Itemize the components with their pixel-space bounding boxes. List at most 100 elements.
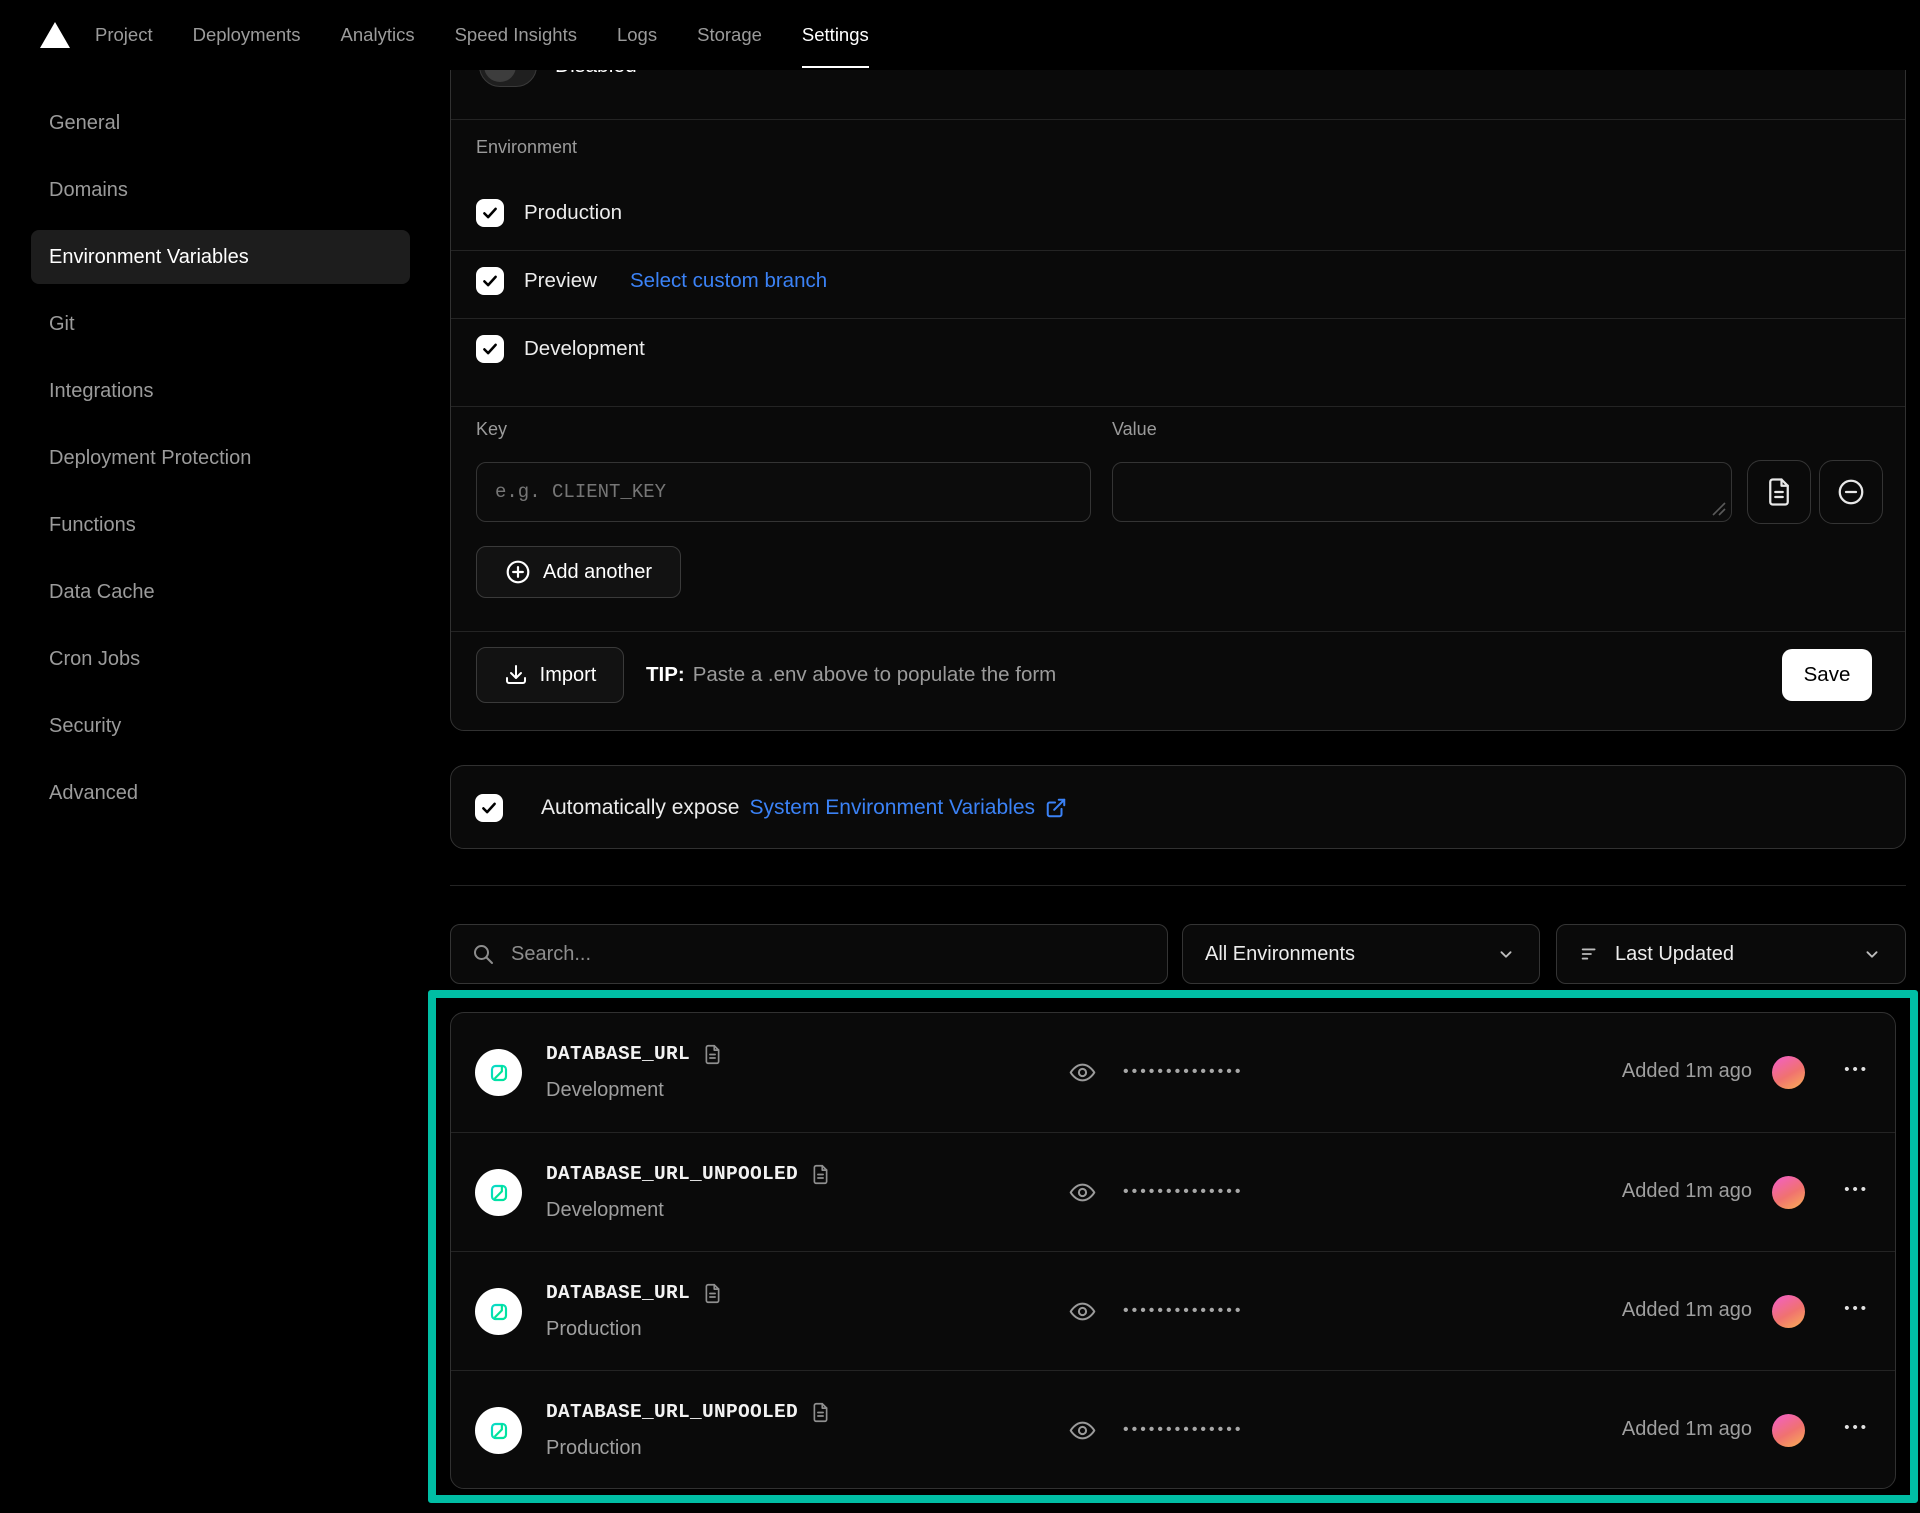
environment-section-label: Environment xyxy=(476,137,577,158)
env-var-row[interactable]: DATABASE_URL_UNPOOLED Development ••••••… xyxy=(451,1132,1895,1251)
project-top-nav: Project Deployments Analytics Speed Insi… xyxy=(0,0,1920,70)
key-label: Key xyxy=(476,419,507,440)
tip-text: TIP: Paste a .env above to populate the … xyxy=(646,646,1056,703)
sort-select[interactable]: Last Updated xyxy=(1556,924,1906,984)
divider xyxy=(450,885,1906,886)
eye-icon xyxy=(1069,1179,1096,1206)
check-icon xyxy=(480,799,498,817)
env-var-row[interactable]: DATABASE_URL Production •••••••••••••• A… xyxy=(451,1251,1895,1370)
env-var-row[interactable]: DATABASE_URL_UNPOOLED Production •••••••… xyxy=(451,1370,1895,1489)
file-text-icon xyxy=(1764,477,1794,507)
copy-value-icon[interactable] xyxy=(702,1283,723,1304)
chevron-down-icon xyxy=(1495,943,1517,965)
import-download-icon xyxy=(504,663,528,687)
sidebar-item-data-cache[interactable]: Data Cache xyxy=(31,565,410,619)
sidebar-item-general[interactable]: General xyxy=(31,96,410,150)
import-button[interactable]: Import xyxy=(476,647,624,703)
sidebar-item-advanced[interactable]: Advanced xyxy=(31,766,410,820)
nav-tab-settings[interactable]: Settings xyxy=(802,0,869,70)
neon-integration-icon xyxy=(475,1407,522,1454)
sort-value: Last Updated xyxy=(1615,943,1847,966)
masked-value: •••••••••••••• xyxy=(1123,1302,1243,1320)
env-var-name: DATABASE_URL_UNPOOLED xyxy=(546,1401,831,1423)
chevron-down-icon xyxy=(1861,943,1883,965)
nav-tab-speed-insights[interactable]: Speed Insights xyxy=(455,0,577,70)
select-custom-branch-link[interactable]: Select custom branch xyxy=(630,269,827,293)
save-button[interactable]: Save xyxy=(1782,649,1872,701)
expose-row: Automatically expose System Environment … xyxy=(475,766,1067,850)
nav-tabs: Project Deployments Analytics Speed Insi… xyxy=(95,0,869,70)
check-icon xyxy=(481,272,499,290)
preview-checkbox[interactable] xyxy=(476,267,504,295)
search-input[interactable] xyxy=(511,943,1147,966)
import-label: Import xyxy=(540,664,597,687)
tip-body: Paste a .env above to populate the form xyxy=(693,663,1057,687)
copy-value-icon[interactable] xyxy=(702,1044,723,1065)
env-var-environment: Development xyxy=(546,1079,664,1102)
env-var-environment: Production xyxy=(546,1318,642,1341)
reveal-value-button[interactable] xyxy=(1069,1298,1096,1325)
expose-checkbox[interactable] xyxy=(475,794,503,822)
sidebar-item-git[interactable]: Git xyxy=(31,297,410,351)
check-icon xyxy=(481,204,499,222)
remove-row-button[interactable] xyxy=(1819,460,1883,524)
add-env-var-card: Disabled Environment Production Preview … xyxy=(450,0,1906,731)
divider xyxy=(451,631,1905,632)
reveal-value-button[interactable] xyxy=(1069,1179,1096,1206)
reveal-value-button[interactable] xyxy=(1069,1059,1096,1086)
env-var-environment: Production xyxy=(546,1437,642,1460)
env-var-row[interactable]: DATABASE_URL Development •••••••••••••• … xyxy=(451,1013,1895,1132)
nav-tab-analytics[interactable]: Analytics xyxy=(341,0,415,70)
plus-circle-icon xyxy=(505,559,531,585)
environment-filter-value: All Environments xyxy=(1205,943,1481,966)
value-input[interactable] xyxy=(1112,462,1732,522)
user-avatar xyxy=(1772,1056,1805,1089)
environment-preview-row: Preview Select custom branch xyxy=(476,267,827,295)
check-icon xyxy=(481,340,499,358)
nav-tab-storage[interactable]: Storage xyxy=(697,0,762,70)
sidebar-item-security[interactable]: Security xyxy=(31,699,410,753)
copy-value-icon[interactable] xyxy=(810,1164,831,1185)
key-input[interactable] xyxy=(476,462,1091,522)
row-menu-button[interactable]: ••• xyxy=(1844,1061,1869,1078)
sidebar-item-environment-variables[interactable]: Environment Variables xyxy=(31,230,410,284)
eye-icon xyxy=(1069,1417,1096,1444)
external-link-icon[interactable] xyxy=(1045,797,1067,819)
sidebar-item-deployment-protection[interactable]: Deployment Protection xyxy=(31,431,410,485)
added-timestamp: Added 1m ago xyxy=(1622,1060,1752,1083)
development-label: Development xyxy=(524,337,645,361)
nav-tab-deployments[interactable]: Deployments xyxy=(193,0,301,70)
settings-sidebar: General Domains Environment Variables Gi… xyxy=(31,96,410,833)
vercel-logo-icon xyxy=(40,22,70,48)
added-timestamp: Added 1m ago xyxy=(1622,1299,1752,1322)
sidebar-item-cron-jobs[interactable]: Cron Jobs xyxy=(31,632,410,686)
sidebar-item-functions[interactable]: Functions xyxy=(31,498,410,552)
production-label: Production xyxy=(524,201,622,225)
added-timestamp: Added 1m ago xyxy=(1622,1180,1752,1203)
user-avatar xyxy=(1772,1176,1805,1209)
expose-prefix: Automatically expose xyxy=(541,796,739,820)
divider xyxy=(451,250,1905,251)
sidebar-item-integrations[interactable]: Integrations xyxy=(31,364,410,418)
divider xyxy=(451,119,1905,120)
row-menu-button[interactable]: ••• xyxy=(1844,1181,1869,1198)
user-avatar xyxy=(1772,1414,1805,1447)
neon-integration-icon xyxy=(475,1169,522,1216)
production-checkbox[interactable] xyxy=(476,199,504,227)
env-var-name: DATABASE_URL xyxy=(546,1282,723,1304)
nav-tab-logs[interactable]: Logs xyxy=(617,0,657,70)
add-another-button[interactable]: Add another xyxy=(476,546,681,598)
paste-env-button[interactable] xyxy=(1747,460,1811,524)
copy-value-icon[interactable] xyxy=(810,1402,831,1423)
env-var-name: DATABASE_URL xyxy=(546,1043,723,1065)
sidebar-item-domains[interactable]: Domains xyxy=(31,163,410,217)
expose-text: Automatically expose System Environment … xyxy=(541,796,1067,820)
environment-filter-select[interactable]: All Environments xyxy=(1182,924,1540,984)
reveal-value-button[interactable] xyxy=(1069,1417,1096,1444)
development-checkbox[interactable] xyxy=(476,335,504,363)
system-env-vars-link[interactable]: System Environment Variables xyxy=(749,796,1035,820)
row-menu-button[interactable]: ••• xyxy=(1844,1419,1869,1436)
nav-tab-project[interactable]: Project xyxy=(95,0,153,70)
row-menu-button[interactable]: ••• xyxy=(1844,1300,1869,1317)
sort-icon xyxy=(1579,943,1601,965)
